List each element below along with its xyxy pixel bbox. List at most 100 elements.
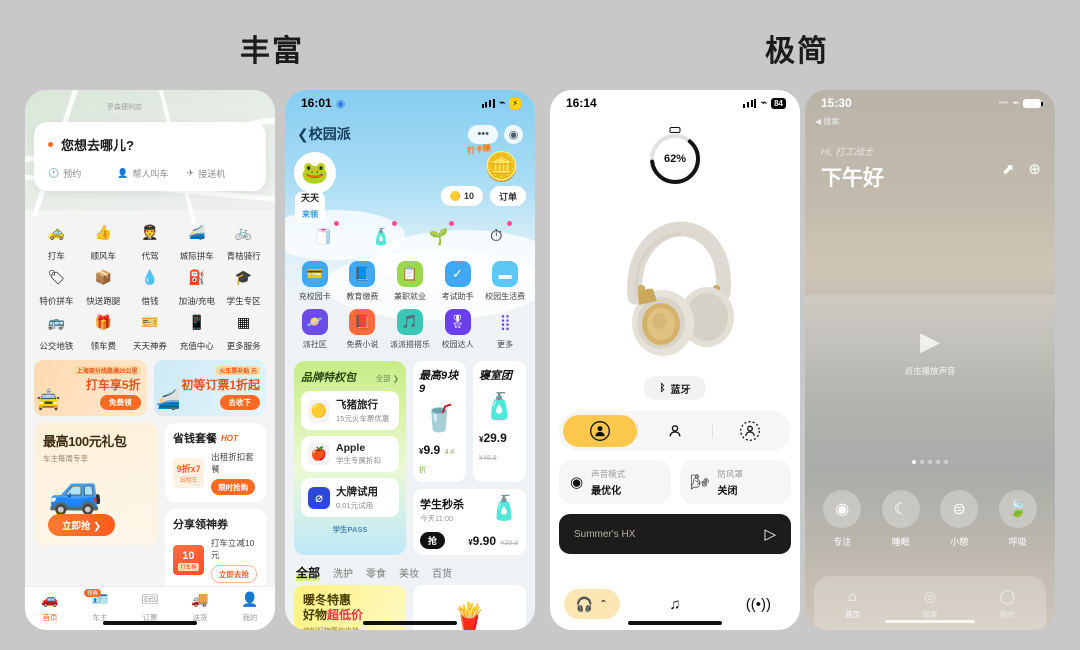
package-button[interactable]: 限时抢购 xyxy=(211,479,256,495)
campus-item-5[interactable]: 🪐 派社区 xyxy=(291,309,339,350)
brand-item-fliggy[interactable]: 🟡 飞猪旅行 15元火车票优惠 xyxy=(301,391,399,430)
noise-cancel-on-icon[interactable] xyxy=(563,415,637,447)
service-item-1[interactable]: 👍 顺风车 xyxy=(80,219,127,262)
mode-sleep[interactable]: ☾ 睡眠 xyxy=(881,490,920,548)
share-button[interactable]: 立即去抢 xyxy=(210,565,257,583)
service-item-13[interactable]: 📱 充值中心 xyxy=(173,309,220,352)
share-coupon-card[interactable]: 分享领神券 10 打车券 打车立减10元 立即去抢 xyxy=(165,509,266,590)
gift-button[interactable]: 立即抢 ❯ xyxy=(48,514,116,536)
banner-button[interactable]: 去收下 xyxy=(219,395,260,410)
frog-icon[interactable]: 🐸 xyxy=(294,152,336,194)
tab-home[interactable]: 🚗 首页 xyxy=(25,592,75,625)
tab-profile[interactable]: ◯ 我的 xyxy=(969,588,1046,622)
daily-reward-badge[interactable]: 天天 来领 xyxy=(295,192,326,224)
page-title[interactable]: ❮校园派 xyxy=(297,124,351,144)
campus-item-6[interactable]: 📕 免费小说 xyxy=(339,309,387,350)
destination-card[interactable]: 您想去哪儿? 🕐 预约 👤 帮人叫车 ✈ 接送机 xyxy=(34,122,266,191)
product-card-1[interactable]: 寝室团 🧴 ¥29.9 ¥49.9 xyxy=(473,361,526,482)
campus-item-8[interactable]: 🎖 校园达人 xyxy=(434,309,482,350)
mode-breathe[interactable]: 🍃 呼吸 xyxy=(998,490,1037,548)
mode-nap[interactable]: ⊜ 小憩 xyxy=(940,490,979,548)
campus-item-9[interactable]: ⣿ 更多 xyxy=(481,309,529,350)
planet-icon: 🪐 xyxy=(301,309,328,335)
home-indicator xyxy=(885,619,975,623)
campus-item-4[interactable]: ▬ 校园生活费 xyxy=(481,261,529,302)
coin-balance[interactable]: 🟡 10 xyxy=(440,186,483,206)
more-button[interactable]: ••• xyxy=(468,124,498,144)
category-tab-all[interactable]: 全部 xyxy=(296,564,321,581)
top-icon-item-0[interactable]: 🧻 xyxy=(295,221,353,251)
windshield-card[interactable]: 🌬 防风罩 关闭 xyxy=(679,460,791,504)
gift-card[interactable]: 最高100元礼包 车主每周专享 🚙 立即抢 ❯ xyxy=(34,423,158,545)
compass-icon: ◎ xyxy=(923,588,937,604)
clock-icon: 🕐 xyxy=(48,168,60,178)
campus-item-1[interactable]: 📘 教育缴费 xyxy=(339,261,387,302)
back-icon[interactable]: ❮ xyxy=(297,126,309,142)
option-reserve[interactable]: 🕐 预约 xyxy=(48,167,113,180)
service-item-5[interactable]: 🏷 特价拼车 xyxy=(33,264,80,307)
tab-broadcast[interactable]: ((•)) xyxy=(717,596,800,613)
share-icon[interactable]: ⬈ xyxy=(1002,160,1015,178)
banner-taxi-discount[interactable]: 🚖 上海部分线路满20公里 打车享5折 免费领 xyxy=(34,360,147,416)
play-icon[interactable]: ▶ xyxy=(920,326,940,357)
service-item-9[interactable]: 🎓 学生专区 xyxy=(220,264,267,307)
package-card[interactable]: 省钱套餐 HOT 9折x7 出租车 出租折扣套餐 限时抢购 xyxy=(165,423,266,502)
brand-privilege-card[interactable]: 品牌特权包 全部 ❯ 🟡 飞猪旅行 15元火车票优惠 🍎 Apple 学生专属折扣 … xyxy=(294,361,406,555)
top-icon-item-1[interactable]: 🧴 xyxy=(353,221,411,251)
category-tab-snacks[interactable]: 零食 xyxy=(366,565,386,580)
option-airport[interactable]: ✈ 接送机 xyxy=(187,167,252,180)
destination-row[interactable]: 您想去哪儿? xyxy=(48,135,252,154)
category-tab-general[interactable]: 百货 xyxy=(432,565,452,580)
tab-home[interactable]: ⌂ 首页 xyxy=(814,588,891,622)
mode-focus[interactable]: ◉ 专注 xyxy=(823,490,862,548)
carousel-dots[interactable] xyxy=(805,460,1055,464)
tab-headphone[interactable]: 🎧 ⌃ xyxy=(550,589,633,619)
play-icon[interactable]: ▷ xyxy=(764,525,776,543)
product-card-0[interactable]: 最高9块9 🥤 ¥9.9 4.4折 xyxy=(413,361,466,482)
campus-item-7[interactable]: 🎵 派派搭搭乐 xyxy=(386,309,434,350)
player-bar[interactable]: Summer's HX ▷ xyxy=(559,514,791,554)
service-item-2[interactable]: 🧑‍✈️ 代驾 xyxy=(127,219,174,262)
brand-item-apple[interactable]: 🍎 Apple 学生专属折扣 xyxy=(301,436,399,472)
option-call-for-other[interactable]: 👤 帮人叫车 xyxy=(117,167,182,180)
record-icon[interactable]: ◉ xyxy=(504,124,523,144)
plus-icon[interactable]: ⊕ xyxy=(1028,160,1041,178)
service-item-0[interactable]: 🚕 打车 xyxy=(33,219,80,262)
flash-grab-button[interactable]: 抢 xyxy=(420,532,446,549)
setting-value: 最优化 xyxy=(591,485,622,497)
service-item-6[interactable]: 📦 快送跑腿 xyxy=(80,264,127,307)
service-item-14[interactable]: ▦ 更多服务 xyxy=(220,309,267,352)
play-sound-caption[interactable]: 点击播放声音 xyxy=(805,365,1055,377)
banner-train-ticket[interactable]: 🚄 火车票补贴 元 初等订票1折起 去收下 xyxy=(153,360,266,416)
service-item-10[interactable]: 🚌 公交地铁 xyxy=(33,309,80,352)
status-time: 16:14 xyxy=(566,96,597,110)
category-tab-wash[interactable]: 洗护 xyxy=(333,565,353,580)
service-item-7[interactable]: 💧 借钱 xyxy=(127,264,174,307)
bluetooth-chip[interactable]: ᛒ 蓝牙 xyxy=(644,376,706,400)
top-icon-item-3[interactable]: ⏱ xyxy=(468,221,526,251)
service-item-12[interactable]: 🎫 天天神券 xyxy=(127,309,174,352)
campus-label: 免费小说 xyxy=(346,340,379,349)
brand-more-link[interactable]: 全部 ❯ xyxy=(376,373,399,384)
campus-item-3[interactable]: ✓ 考试助手 xyxy=(434,261,482,302)
transparency-icon[interactable] xyxy=(713,415,787,447)
promo-line1: 暖冬特惠 xyxy=(303,593,352,607)
orders-button[interactable]: 订单 xyxy=(489,186,526,206)
campus-item-2[interactable]: 📋 兼职就业 xyxy=(386,261,434,302)
banner-button[interactable]: 免费领 xyxy=(100,395,141,410)
chevron-up-icon[interactable]: ⌃ xyxy=(599,599,607,610)
tab-music[interactable]: ♫ xyxy=(633,596,716,613)
top-icon-item-2[interactable]: 🌱 xyxy=(410,221,468,251)
service-item-8[interactable]: ⛽ 加油/充电 xyxy=(173,264,220,307)
service-item-4[interactable]: 🚲 青桔骑行 xyxy=(220,219,267,262)
service-item-11[interactable]: 🎁 领车费 xyxy=(80,309,127,352)
search-input[interactable]: 您想去哪儿? xyxy=(61,135,134,154)
tab-profile[interactable]: 👤 我的 xyxy=(225,592,275,625)
category-tab-beauty[interactable]: 美妆 xyxy=(399,565,419,580)
brand-item-trial[interactable]: ⌀ 大牌试用 0.01元试用 xyxy=(301,478,399,517)
noise-off-icon[interactable] xyxy=(638,415,712,447)
flash-sale-card[interactable]: 学生秒杀 今天11:00 抢 🧴 ¥9.90 ¥39.9 xyxy=(413,489,526,555)
tab-explore[interactable]: ◎ 探索 xyxy=(891,588,968,622)
sound-mode-card[interactable]: ◉ 声音模式 最优化 xyxy=(559,460,671,504)
campus-item-0[interactable]: 💳 充校园卡 xyxy=(291,261,339,302)
